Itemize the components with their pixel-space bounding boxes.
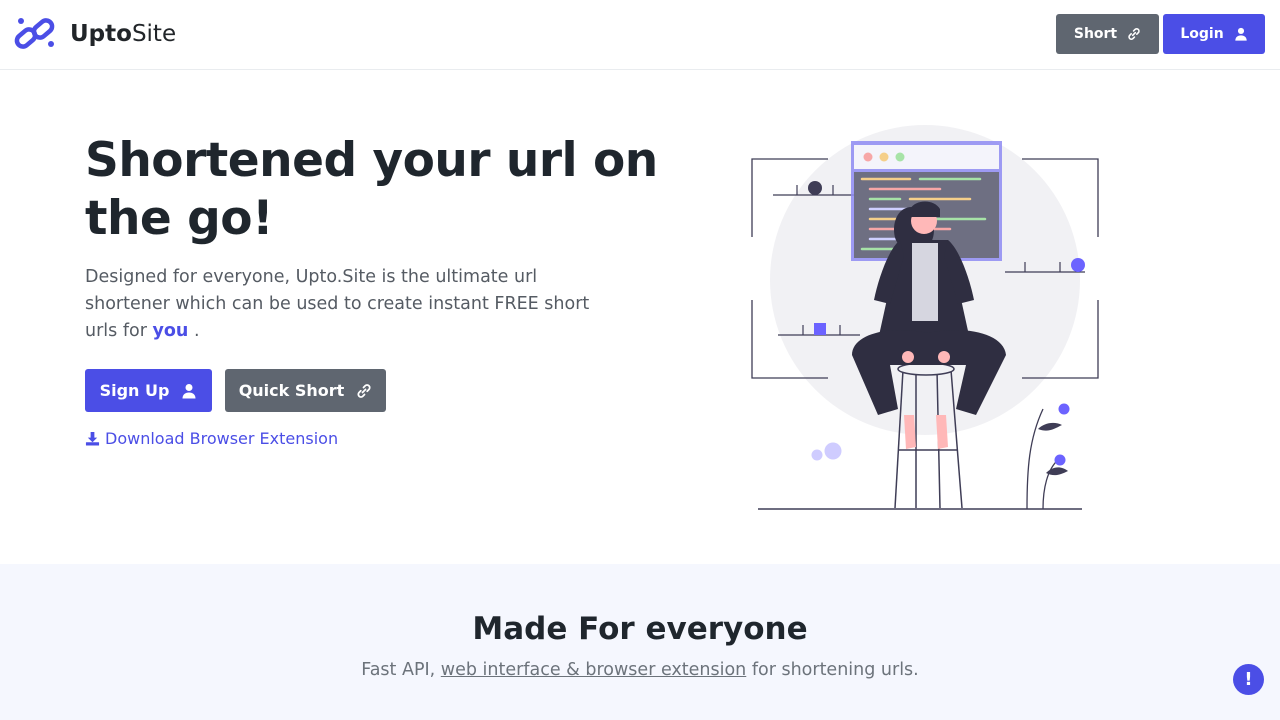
exclamation-icon: ! — [1244, 669, 1253, 690]
user-icon — [182, 383, 196, 398]
help-button[interactable]: ! — [1233, 664, 1264, 695]
link-icon — [357, 383, 371, 398]
download-extension-label: Download Browser Extension — [105, 429, 339, 448]
login-button[interactable]: Login — [1163, 14, 1265, 54]
brand-link-icon — [14, 18, 55, 49]
features-link[interactable]: web interface & browser extension — [441, 660, 746, 680]
features-title: Made For everyone — [472, 611, 808, 647]
download-extension-link[interactable]: Download Browser Extension — [85, 429, 338, 448]
download-icon — [85, 431, 100, 446]
quick-short-button[interactable]: Quick Short — [225, 369, 386, 412]
user-icon — [1234, 27, 1247, 41]
features-subtitle: Fast API, web interface & browser extens… — [361, 660, 919, 680]
quick-short-label: Quick Short — [238, 381, 345, 400]
hero-description: Designed for everyone, Upto.Site is the … — [85, 267, 590, 341]
navbar: UptoSite Short Login — [0, 0, 1280, 70]
login-button-label: Login — [1180, 26, 1224, 42]
brand-name: UptoSite — [70, 21, 177, 47]
brand-logo[interactable]: UptoSite — [14, 16, 176, 52]
short-button-label: Short — [1073, 26, 1118, 42]
sign-up-button[interactable]: Sign Up — [85, 369, 212, 412]
hero-illustration — [751, 125, 1099, 510]
link-icon — [1128, 28, 1140, 40]
sign-up-label: Sign Up — [99, 381, 170, 400]
hero-highlight: you — [152, 321, 189, 341]
short-button[interactable]: Short — [1056, 14, 1159, 54]
hero-title: Shortened your url on the go! — [85, 133, 658, 246]
